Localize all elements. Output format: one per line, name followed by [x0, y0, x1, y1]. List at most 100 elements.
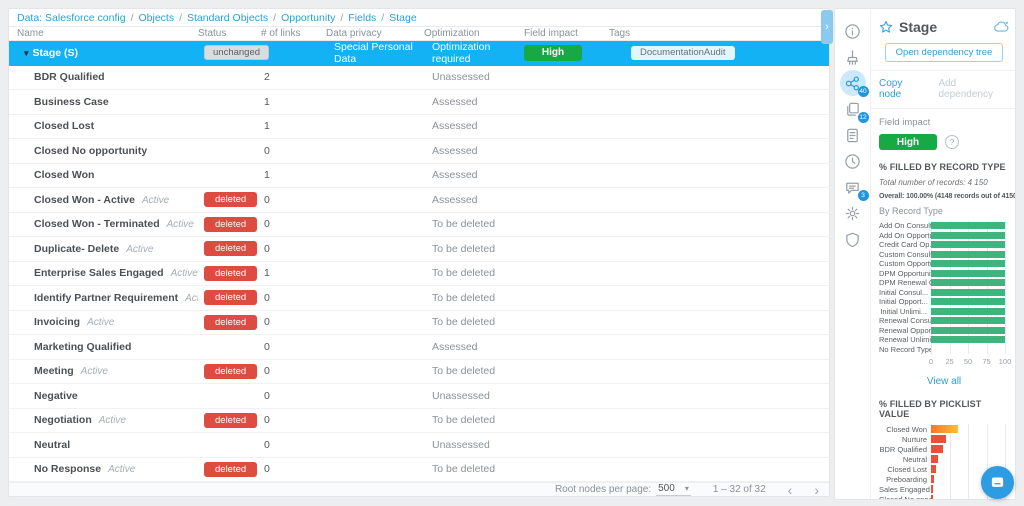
chart-category-label: Credit Card Op...: [879, 240, 931, 249]
chart-category-label: DPM Opportunit...: [879, 269, 931, 278]
detail-panel-card: 40123 Stage Open dependency tree Copy no…: [834, 8, 1016, 500]
table-body: BDR Qualified2UnassessedBusiness Case1As…: [9, 66, 829, 483]
chart-category-label: Renewal Consul...: [879, 316, 931, 325]
chart-bar: [931, 232, 1005, 239]
collapse-panel-handle[interactable]: ›: [821, 10, 833, 44]
copy-node-link[interactable]: Copy node: [879, 78, 924, 100]
chart-bar: [931, 251, 1005, 258]
table-row[interactable]: Closed Won - TerminatedActivedeleted0To …: [9, 213, 829, 238]
tag-pill[interactable]: DocumentationAudit: [631, 46, 735, 60]
record-type-chart: Add On Consult...Add On Opportu...Credit…: [879, 221, 1009, 366]
row-data-privacy-cell: Special Personal Data: [326, 41, 424, 65]
chart-row: DPM Renewal Op...: [879, 278, 1009, 288]
pagination-bar: Root nodes per page: 500▾ 1 – 32 of 32 ‹…: [9, 482, 829, 496]
breadcrumb-item[interactable]: Stage: [389, 12, 416, 24]
breadcrumb-item[interactable]: Data: Salesforce config: [17, 12, 126, 24]
chart-bar: [931, 435, 946, 443]
rail-history-icon[interactable]: [840, 148, 866, 174]
chart-bar: [931, 485, 933, 493]
table-row[interactable]: MeetingActivedeleted0To be deleted: [9, 360, 829, 385]
column-header[interactable]: Data privacy: [326, 28, 424, 39]
selected-row-stage[interactable]: ▾ Stage (S) unchanged Special Personal Da…: [9, 41, 829, 66]
status-badge-deleted: deleted: [204, 462, 257, 477]
rail-settings-icon[interactable]: [840, 200, 866, 226]
table-row[interactable]: Closed Lost1Assessed: [9, 115, 829, 140]
prev-page-button[interactable]: ‹: [788, 485, 793, 495]
chart-row: Closed Won: [879, 424, 1009, 434]
chart-row: Initial Unlimi...: [879, 307, 1009, 317]
chart-category-label: Closed Won: [879, 425, 931, 434]
chart-category-label: Neutral: [879, 455, 931, 464]
table-row[interactable]: NegotiationActivedeleted0To be deleted: [9, 409, 829, 434]
table-row[interactable]: Closed Won1Assessed: [9, 164, 829, 189]
open-dependency-tree-button[interactable]: Open dependency tree: [885, 43, 1004, 62]
column-header[interactable]: Tags: [609, 28, 829, 39]
breadcrumb-item[interactable]: Opportunity: [281, 12, 335, 24]
chart-row: No Record Type: [879, 345, 1009, 355]
chart-row: Credit Card Op...: [879, 240, 1009, 250]
rail-brush-icon[interactable]: [840, 44, 866, 70]
salesforce-cloud-link-icon[interactable]: [994, 21, 1009, 33]
table-row[interactable]: Marketing Qualified0Assessed: [9, 335, 829, 360]
chart-bar: [931, 317, 1005, 324]
row-field-impact-cell: High: [524, 45, 609, 61]
rail-notes-icon[interactable]: [840, 122, 866, 148]
breadcrumb-item[interactable]: Fields: [348, 12, 376, 24]
chart-category-label: Custom Opportu...: [879, 259, 931, 268]
rail-dependency-graph-icon[interactable]: 40: [840, 70, 866, 96]
rail-info-icon[interactable]: [840, 18, 866, 44]
table-row[interactable]: InvoicingActivedeleted0To be deleted: [9, 311, 829, 336]
picklist-section-title: % FILLED BY PICKLIST VALUE: [879, 399, 1009, 419]
column-header[interactable]: Name: [9, 28, 198, 39]
chart-row: Renewal Unlimi...: [879, 335, 1009, 345]
next-page-button[interactable]: ›: [814, 485, 819, 495]
table-row[interactable]: BDR Qualified2Unassessed: [9, 66, 829, 91]
help-question-icon[interactable]: ?: [945, 135, 959, 149]
table-row[interactable]: Closed No opportunity0Assessed: [9, 139, 829, 164]
caret-down-icon[interactable]: ▾: [24, 48, 29, 58]
add-dependency-link: Add dependency: [938, 78, 1009, 100]
column-header[interactable]: # of links: [261, 28, 326, 39]
page-size-value: 500: [658, 483, 675, 494]
breadcrumb-item[interactable]: Standard Objects: [187, 12, 268, 24]
chart-bar: [931, 222, 1005, 229]
chat-launcher-button[interactable]: [981, 466, 1014, 499]
table-row[interactable]: Negative0Unassessed: [9, 384, 829, 409]
chart-row: Add On Consult...: [879, 221, 1009, 231]
favorite-star-icon[interactable]: [879, 20, 893, 34]
table-row[interactable]: Closed Won - ActiveActivedeleted0Assesse…: [9, 188, 829, 213]
field-impact-value-badge[interactable]: High: [879, 134, 937, 150]
page-size-select[interactable]: 500▾: [656, 483, 691, 496]
table-row[interactable]: Enterprise Sales EngagedActivedeleted1To…: [9, 262, 829, 287]
chart-bar: [931, 327, 1005, 334]
chart-row: DPM Opportunit...: [879, 269, 1009, 279]
breadcrumb-separator: /: [179, 12, 182, 24]
chart-row: Renewal Opport...: [879, 326, 1009, 336]
row-optimization-cell: Optimization required: [424, 41, 524, 65]
chart-row: Initial Consul...: [879, 288, 1009, 298]
overall-text: Overall: 100.00% (4148 records out of 41…: [879, 193, 1009, 200]
status-badge-unchanged: unchanged: [204, 45, 269, 60]
column-header[interactable]: Field impact: [524, 28, 609, 39]
chart-bar: [931, 475, 934, 483]
chart-row: Initial Opport...: [879, 297, 1009, 307]
chart-category-label: Closed No oppo...: [879, 495, 931, 500]
table-row[interactable]: No ResponseActivedeleted0To be deleted: [9, 458, 829, 483]
chart-category-label: DPM Renewal Op...: [879, 278, 931, 287]
column-header[interactable]: Status: [198, 28, 261, 39]
row-name: Stage (S): [33, 47, 79, 59]
table-row[interactable]: Business Case1Assessed: [9, 90, 829, 115]
table-row[interactable]: Identify Partner RequirementActivedelete…: [9, 286, 829, 311]
view-all-link[interactable]: View all: [879, 376, 1009, 387]
rail-security-icon[interactable]: [840, 226, 866, 252]
total-records-text: Total number of records: 4 150: [879, 178, 1009, 187]
chart-category-label: BDR Qualified: [879, 445, 931, 454]
column-header[interactable]: Optimization: [424, 28, 524, 39]
table-row[interactable]: Neutral0Unassessed: [9, 433, 829, 458]
breadcrumb-item[interactable]: Objects: [138, 12, 174, 24]
table-row[interactable]: Duplicate- DeleteActivedeleted0To be del…: [9, 237, 829, 262]
rail-copies-icon[interactable]: 12: [840, 96, 866, 122]
rail-comments-icon[interactable]: 3: [840, 174, 866, 200]
chart-category-label: Closed Lost: [879, 465, 931, 474]
pagination-range: 1 – 32 of 32: [713, 484, 766, 495]
